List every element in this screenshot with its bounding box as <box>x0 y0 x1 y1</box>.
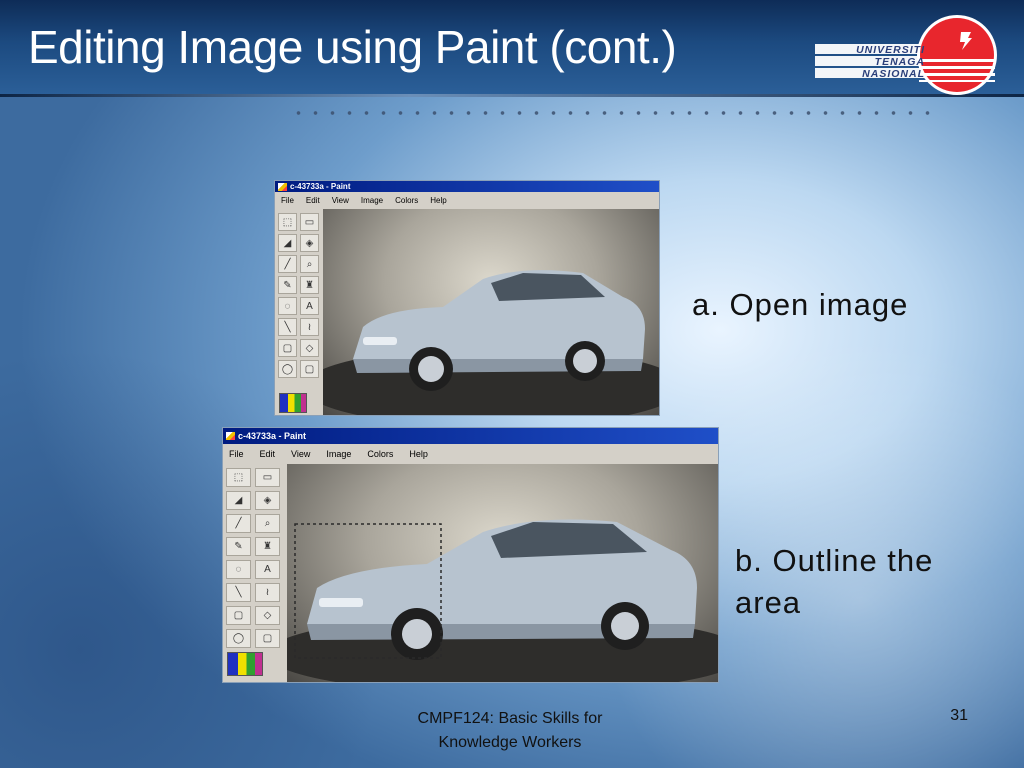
rect-select-icon[interactable]: ▭ <box>300 213 319 231</box>
menu-view[interactable]: View <box>291 449 310 459</box>
menu-help[interactable]: Help <box>409 449 428 459</box>
curve-icon[interactable]: ≀ <box>300 318 319 336</box>
paint-window-title: c-43733a - Paint <box>290 182 351 191</box>
menu-file[interactable]: File <box>229 449 244 459</box>
footer-course-line-2: Knowledge Workers <box>438 734 582 751</box>
menu-image[interactable]: Image <box>326 449 351 459</box>
paint-canvas[interactable] <box>287 464 718 682</box>
paint-canvas[interactable] <box>323 209 659 415</box>
fill-icon[interactable]: ◈ <box>255 491 280 510</box>
polygon-icon[interactable]: ◇ <box>300 339 319 357</box>
curve-icon[interactable]: ≀ <box>255 583 280 602</box>
rect-select-icon[interactable]: ▭ <box>255 468 280 487</box>
step-a-label: a. Open image <box>692 287 909 322</box>
paint-titlebar: c-43733a - Paint <box>275 181 659 192</box>
text-icon[interactable]: A <box>300 297 319 315</box>
menu-view[interactable]: View <box>332 196 349 205</box>
footer-course-line-1: CMPF124: Basic Skills for <box>417 710 603 727</box>
menu-edit[interactable]: Edit <box>260 449 276 459</box>
airbrush-icon[interactable]: ◌ <box>278 297 297 315</box>
tool-grid: ⬚ ▭ ◢ ◈ ╱ ⌕ ✎ ♜ ◌ A ╲ ≀ ▢ ◇ ◯ ▢ <box>226 468 280 648</box>
magnifier-icon[interactable]: ⌕ <box>300 255 319 273</box>
ellipse-icon[interactable]: ◯ <box>226 629 251 648</box>
eraser-icon[interactable]: ◢ <box>278 234 297 252</box>
polygon-icon[interactable]: ◇ <box>255 606 280 625</box>
header-dot-row <box>290 108 940 118</box>
menu-file[interactable]: File <box>281 196 294 205</box>
paint-window-title: c-43733a - Paint <box>238 431 307 441</box>
car-image <box>287 519 718 682</box>
paint-screenshot-open: c-43733a - Paint File Edit View Image Co… <box>274 180 660 416</box>
text-icon[interactable]: A <box>255 560 280 579</box>
slide-title: Editing Image using Paint (cont.) <box>28 21 677 73</box>
paint-menubar: File Edit View Image Colors Help <box>223 444 718 464</box>
logo-line-2: TENAGA <box>874 56 925 68</box>
logo-line-1: UNIVERSITI <box>856 44 925 56</box>
color-picker-icon[interactable]: ╱ <box>226 514 251 533</box>
pencil-icon[interactable]: ✎ <box>226 537 251 556</box>
menu-colors[interactable]: Colors <box>367 449 393 459</box>
rectangle-icon[interactable]: ▢ <box>226 606 251 625</box>
rounded-rect-icon[interactable]: ▢ <box>255 629 280 648</box>
pencil-icon[interactable]: ✎ <box>278 276 297 294</box>
color-palette-icon[interactable] <box>227 652 263 676</box>
color-picker-icon[interactable]: ╱ <box>278 255 297 273</box>
menu-colors[interactable]: Colors <box>395 196 418 205</box>
brush-icon[interactable]: ♜ <box>255 537 280 556</box>
rounded-rect-icon[interactable]: ▢ <box>300 360 319 378</box>
line-icon[interactable]: ╲ <box>278 318 297 336</box>
line-icon[interactable]: ╲ <box>226 583 251 602</box>
paint-app-icon <box>278 182 287 191</box>
magnifier-icon[interactable]: ⌕ <box>255 514 280 533</box>
ellipse-icon[interactable]: ◯ <box>278 360 297 378</box>
free-select-icon[interactable]: ⬚ <box>226 468 251 487</box>
logo-line-3: NASIONAL <box>862 68 925 80</box>
eraser-icon[interactable]: ◢ <box>226 491 251 510</box>
paint-toolbox: ⬚ ▭ ◢ ◈ ╱ ⌕ ✎ ♜ ◌ A ╲ ≀ ▢ ◇ ◯ ▢ <box>223 464 288 682</box>
rectangle-icon[interactable]: ▢ <box>278 339 297 357</box>
paint-menubar: File Edit View Image Colors Help <box>275 192 659 209</box>
paint-app-icon <box>226 432 235 440</box>
brush-icon[interactable]: ♜ <box>300 276 319 294</box>
menu-help[interactable]: Help <box>430 196 446 205</box>
airbrush-icon[interactable]: ◌ <box>226 560 251 579</box>
step-b-label: b. Outline the area <box>735 543 934 620</box>
menu-edit[interactable]: Edit <box>306 196 320 205</box>
slide-number: 31 <box>950 707 968 724</box>
paint-titlebar: c-43733a - Paint <box>223 428 718 444</box>
menu-image[interactable]: Image <box>361 196 383 205</box>
car-image <box>323 270 659 415</box>
tool-grid: ⬚ ▭ ◢ ◈ ╱ ⌕ ✎ ♜ ◌ A ╲ ≀ ▢ ◇ ◯ ▢ <box>278 213 319 378</box>
free-select-icon[interactable]: ⬚ <box>278 213 297 231</box>
paint-toolbox: ⬚ ▭ ◢ ◈ ╱ ⌕ ✎ ♜ ◌ A ╲ ≀ ▢ ◇ ◯ ▢ <box>275 209 324 415</box>
slide-footer: CMPF124: Basic Skills for Knowledge Work… <box>360 707 660 755</box>
fill-icon[interactable]: ◈ <box>300 234 319 252</box>
color-palette-icon[interactable] <box>279 393 307 413</box>
paint-screenshot-outline: c-43733a - Paint File Edit View Image Co… <box>222 427 719 683</box>
logo-wordmark: UNIVERSITI TENAGA NASIONAL <box>815 44 925 80</box>
